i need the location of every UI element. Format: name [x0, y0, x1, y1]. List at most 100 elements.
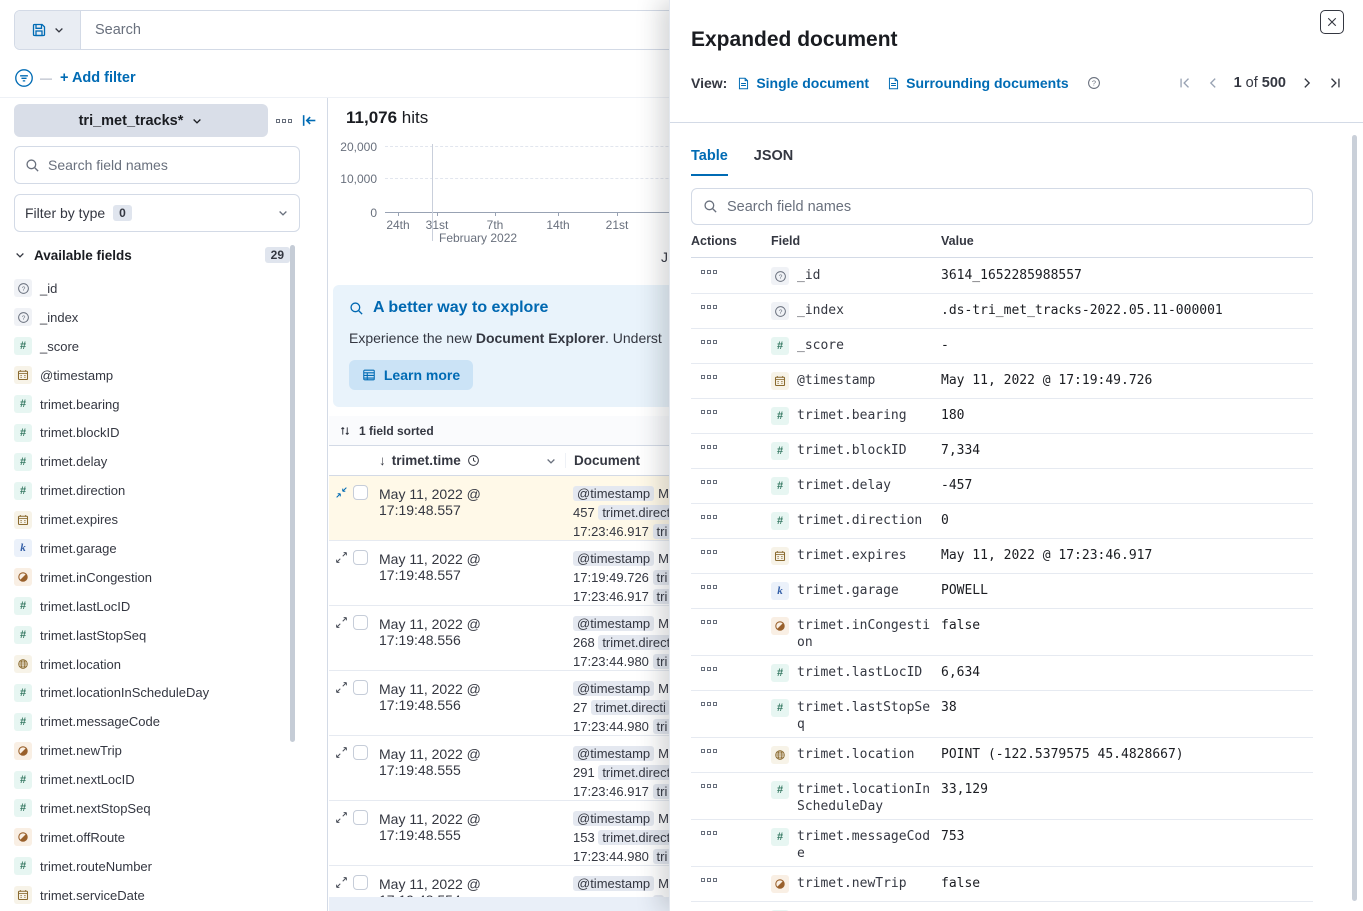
- field-list-item[interactable]: ktrimet.garage: [14, 534, 284, 563]
- tab-json[interactable]: JSON: [754, 148, 794, 176]
- help-icon[interactable]: ?: [1087, 76, 1101, 90]
- field-actions-buttons[interactable]: [691, 302, 771, 309]
- filter-options-icon[interactable]: [14, 68, 34, 88]
- field-actions-buttons[interactable]: [691, 337, 771, 344]
- document-field-row: ?_id3614_1652285988557: [691, 259, 1313, 294]
- field-search-input[interactable]: Search field names: [14, 146, 300, 184]
- time-column-header[interactable]: ↓ trimet.time: [377, 453, 565, 468]
- field-actions-buttons[interactable]: [691, 582, 771, 589]
- x-axis-month-label: February 2022: [439, 231, 517, 245]
- surrounding-documents-link[interactable]: Surrounding documents: [887, 75, 1069, 91]
- expand-document-icon[interactable]: [329, 606, 353, 670]
- x-axis-tick: [437, 212, 438, 216]
- field-list-item[interactable]: #trimet.bearing: [14, 390, 284, 419]
- add-filter-button[interactable]: + Add filter: [60, 70, 136, 86]
- previous-page-button[interactable]: [1206, 76, 1220, 90]
- document-icon: [737, 77, 750, 90]
- field-name: trimet.newTrip: [797, 875, 937, 892]
- clock-icon: [467, 454, 480, 467]
- field-value: 38: [941, 699, 1313, 716]
- number-field-icon: #: [14, 626, 32, 644]
- row-checkbox[interactable]: [353, 875, 368, 890]
- field-name-pill: trimet.direct: [598, 765, 674, 780]
- sidebar-scrollbar[interactable]: [290, 245, 295, 742]
- field-value: 0: [941, 512, 1313, 529]
- field-value-text: 17:23:46.917: [573, 784, 653, 799]
- filter-by-type-select[interactable]: Filter by type 0: [14, 194, 300, 232]
- single-document-link[interactable]: Single document: [737, 75, 869, 91]
- last-page-button[interactable]: [1328, 76, 1342, 90]
- field-list-item[interactable]: trimet.location: [14, 650, 284, 679]
- flyout-field-search-input[interactable]: Search field names: [691, 188, 1313, 225]
- field-list-item[interactable]: #_score: [14, 332, 284, 361]
- row-checkbox[interactable]: [353, 810, 368, 825]
- field-actions-buttons[interactable]: [691, 512, 771, 519]
- field-list-item[interactable]: trimet.expires: [14, 505, 284, 534]
- row-checkbox[interactable]: [353, 550, 368, 565]
- field-actions-buttons[interactable]: [691, 547, 771, 554]
- field-list-item[interactable]: #trimet.blockID: [14, 418, 284, 447]
- calendar-icon: [771, 547, 789, 565]
- field-list-item[interactable]: trimet.offRoute: [14, 823, 284, 852]
- field-actions-buttons[interactable]: [691, 372, 771, 379]
- sort-descending-icon: ↓: [379, 453, 386, 468]
- field-actions-buttons[interactable]: [691, 442, 771, 449]
- collapse-sidebar-icon[interactable]: [301, 112, 318, 129]
- row-checkbox[interactable]: [353, 680, 368, 695]
- index-pattern-selector[interactable]: tri_met_tracks*: [14, 104, 268, 137]
- field-list-item[interactable]: #trimet.routeNumber: [14, 852, 284, 881]
- field-list-item[interactable]: trimet.inCongestion: [14, 563, 284, 592]
- field-list-item[interactable]: ?_id: [14, 274, 284, 303]
- row-checkbox[interactable]: [353, 745, 368, 760]
- tab-table[interactable]: Table: [691, 148, 728, 176]
- calendar-icon: [14, 511, 32, 529]
- field-value: POINT (-122.5379575 45.4828667): [941, 746, 1313, 763]
- field-list-item[interactable]: #trimet.locationInScheduleDay: [14, 678, 284, 707]
- field-actions-buttons[interactable]: [691, 746, 771, 753]
- available-fields-header[interactable]: Available fields 29: [14, 244, 290, 266]
- next-page-button[interactable]: [1300, 76, 1314, 90]
- field-list-item[interactable]: #trimet.nextStopSeq: [14, 794, 284, 823]
- row-checkbox[interactable]: [353, 485, 368, 500]
- field-list-item[interactable]: trimet.newTrip: [14, 736, 284, 765]
- x-axis-tick-label: 7th: [487, 218, 504, 232]
- collapse-document-icon[interactable]: [329, 476, 353, 540]
- expand-document-icon[interactable]: [329, 736, 353, 800]
- close-flyout-button[interactable]: [1320, 10, 1344, 34]
- field-actions-buttons[interactable]: [691, 828, 771, 835]
- field-list-item[interactable]: #trimet.delay: [14, 447, 284, 476]
- field-list-item[interactable]: #trimet.lastLocID: [14, 592, 284, 621]
- field-list-item[interactable]: #trimet.messageCode: [14, 707, 284, 736]
- x-axis-tick: [617, 212, 618, 216]
- expand-document-icon[interactable]: [329, 541, 353, 605]
- field-list: ?_id?_index#_score@timestamp#trimet.bear…: [14, 274, 284, 910]
- field-list-item[interactable]: @timestamp: [14, 361, 284, 390]
- expand-document-icon[interactable]: [329, 671, 353, 735]
- field-list-item[interactable]: trimet.serviceDate: [14, 881, 284, 910]
- flyout-scrollbar[interactable]: [1352, 135, 1357, 901]
- field-actions-buttons[interactable]: [691, 407, 771, 414]
- calendar-icon: [14, 886, 32, 904]
- field-actions-buttons[interactable]: [691, 664, 771, 671]
- field-actions-buttons[interactable]: [691, 477, 771, 484]
- field-list-item[interactable]: #trimet.direction: [14, 476, 284, 505]
- field-actions-buttons[interactable]: [691, 267, 771, 274]
- field-list-item[interactable]: #trimet.lastStopSeq: [14, 621, 284, 650]
- saved-query-menu-button[interactable]: [15, 11, 81, 49]
- field-list-item[interactable]: ?_index: [14, 303, 284, 332]
- boolean-field-icon: [14, 742, 32, 760]
- row-checkbox[interactable]: [353, 615, 368, 630]
- first-page-button[interactable]: [1178, 76, 1192, 90]
- index-pattern-options-icon[interactable]: [276, 119, 292, 123]
- field-actions-buttons[interactable]: [691, 617, 771, 624]
- chevron-down-icon: [191, 115, 203, 127]
- learn-more-button[interactable]: Learn more: [349, 360, 473, 390]
- expanded-document-flyout: Expanded document View: Single document …: [669, 0, 1363, 911]
- expand-document-icon[interactable]: [329, 801, 353, 865]
- field-actions-buttons[interactable]: [691, 875, 771, 882]
- field-actions-buttons[interactable]: [691, 699, 771, 706]
- field-actions-buttons[interactable]: [691, 781, 771, 788]
- field-list-item[interactable]: #trimet.nextLocID: [14, 765, 284, 794]
- field-name-pill: @timestamp: [573, 616, 654, 631]
- field-value: false: [941, 875, 1313, 892]
